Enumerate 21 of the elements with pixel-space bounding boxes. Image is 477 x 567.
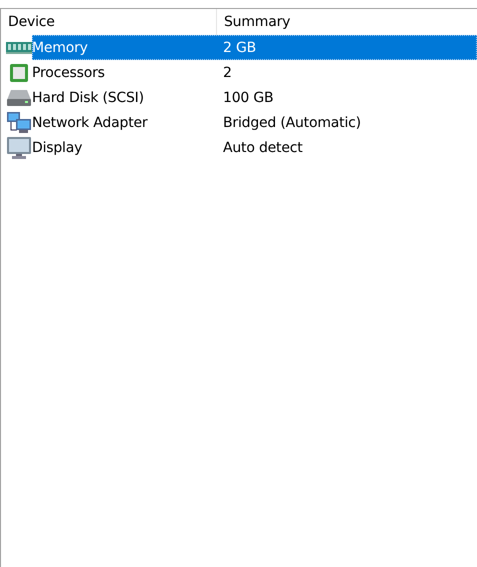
column-header[interactable]: Summary (217, 9, 477, 35)
summary-cell-text: 2 GB (222, 40, 258, 56)
network-computers-icon (6, 112, 30, 134)
monitor-icon (6, 136, 30, 158)
memory-chip-icon (6, 40, 32, 54)
summary-cell-text: Auto detect (222, 140, 304, 156)
device-cell-text: Processors (32, 64, 106, 80)
device-cell-text: Network Adapter (32, 114, 149, 130)
summary-cell-text: 100 GB (222, 90, 274, 106)
device-cell-text: Display (32, 140, 84, 156)
summary-cell-text: Bridged (Automatic) (222, 114, 362, 130)
hard-disk-icon (6, 88, 30, 106)
table-row[interactable]: Processors 2 (32, 60, 477, 85)
device-cell-text: Hard Disk (SCSI) (32, 90, 145, 106)
device-cell-text: Memory (32, 40, 89, 56)
table-row[interactable]: Network Adapter Bridged (Automatic) (32, 110, 477, 135)
processor-icon (10, 64, 28, 82)
table-row[interactable]: Display Auto detect (32, 135, 477, 160)
table-row[interactable]: Memory 2 GB (32, 35, 477, 60)
summary-cell-text: 2 (222, 64, 233, 80)
table-row[interactable]: Hard Disk (SCSI) 100 GB (32, 85, 477, 110)
